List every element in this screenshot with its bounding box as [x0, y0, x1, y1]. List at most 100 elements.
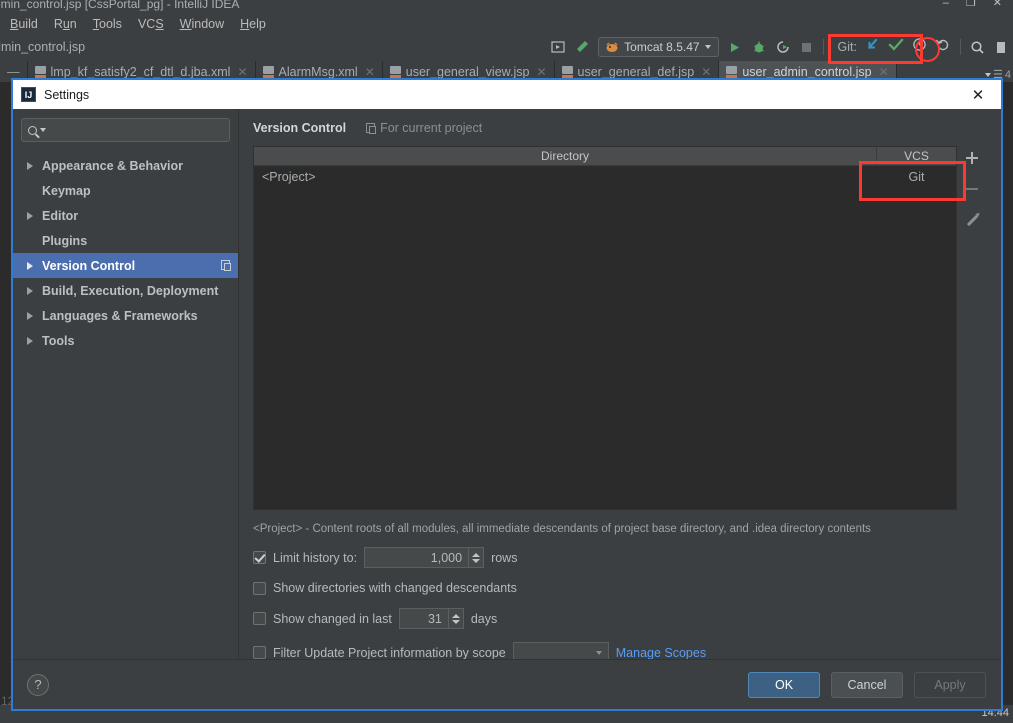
- screen: dmin_control.jsp [CssPortal_pg] - Intell…: [0, 0, 1013, 723]
- sidebar-item-editor[interactable]: Editor: [13, 203, 238, 228]
- stepper-down-icon[interactable]: [451, 619, 460, 624]
- settings-search-wrap: [13, 109, 238, 148]
- cell-directory: <Project>: [262, 169, 316, 184]
- git-toolbar-group: Git:: [828, 36, 956, 58]
- column-header-vcs[interactable]: VCS: [877, 147, 956, 165]
- show-dirs-changed-checkbox[interactable]: [253, 581, 266, 595]
- sidebar-item-tools[interactable]: Tools: [13, 328, 238, 353]
- run-configuration-label: Tomcat 8.5.47: [624, 40, 700, 54]
- ide-toolbar: dmin_control.jsp Tomcat 8.5.47 Git:: [0, 34, 1013, 60]
- version-control-panel: Version Control For current project Dire…: [239, 109, 1001, 663]
- cancel-button[interactable]: Cancel: [831, 671, 903, 698]
- menu-window[interactable]: Window: [172, 15, 232, 33]
- stepper-up-icon[interactable]: [472, 552, 481, 557]
- menu-build[interactable]: Build: [2, 15, 46, 33]
- close-icon[interactable]: ✕: [237, 65, 247, 79]
- sidebar-item-keymap[interactable]: Keymap: [13, 178, 238, 203]
- close-icon[interactable]: ✕: [536, 65, 546, 79]
- manage-scopes-link[interactable]: Manage Scopes: [616, 646, 706, 660]
- git-label: Git:: [837, 40, 857, 54]
- build-hammer-icon[interactable]: [570, 36, 594, 58]
- sidebar-item-languages-frameworks[interactable]: Languages & Frameworks: [13, 303, 238, 328]
- settings-gear-icon[interactable]: [989, 36, 1013, 58]
- limit-history-checkbox[interactable]: [253, 551, 266, 564]
- menu-tools[interactable]: Tools: [85, 15, 130, 33]
- update-project-icon[interactable]: [865, 37, 880, 57]
- close-icon[interactable]: ✕: [701, 65, 711, 79]
- show-changed-last-value[interactable]: 31: [398, 608, 448, 629]
- table-row[interactable]: <Project> Git: [254, 166, 956, 187]
- close-icon[interactable]: ✕: [879, 65, 889, 79]
- menu-build-rest: uild: [18, 17, 38, 31]
- limit-history-value[interactable]: 1,000: [364, 547, 469, 568]
- sidebar-item-build-execution-deployment[interactable]: Build, Execution, Deployment: [13, 278, 238, 303]
- stepper-buttons[interactable]: [468, 547, 485, 568]
- close-icon[interactable]: ✕: [955, 80, 1001, 109]
- menu-help[interactable]: Help: [232, 15, 274, 33]
- footer-buttons: OK Cancel Apply: [748, 671, 986, 698]
- plus-icon: [966, 152, 978, 164]
- chevron-right-icon: [27, 286, 33, 295]
- stepper-down-icon[interactable]: [472, 558, 481, 563]
- show-changed-last-suffix: days: [470, 611, 498, 626]
- jsp-file-icon: [726, 65, 738, 78]
- apply-button[interactable]: Apply: [914, 671, 986, 698]
- sidebar-item-label: Plugins: [42, 233, 88, 248]
- sidebar-item-label: Appearance & Behavior: [42, 158, 184, 173]
- ide-menubar: Build Run Tools VCS Window Help: [0, 14, 1013, 34]
- show-changed-last-label: Show changed in last: [273, 611, 392, 626]
- run-with-coverage-icon[interactable]: [546, 36, 570, 58]
- window-controls[interactable]: ‒ ❐ ✕: [943, 0, 1009, 9]
- sidebar-item-appearance-behavior[interactable]: Appearance & Behavior: [13, 153, 238, 178]
- help-button[interactable]: ?: [27, 673, 49, 696]
- sidebar-item-version-control[interactable]: Version Control: [13, 253, 238, 278]
- close-icon[interactable]: ✕: [365, 65, 375, 79]
- filter-by-scope-checkbox[interactable]: [253, 646, 266, 659]
- table-header-row: Directory VCS: [254, 147, 956, 166]
- vcs-directory-mappings-area: Directory VCS <Project> Git: [253, 146, 987, 510]
- project-scope-icon: [366, 123, 377, 134]
- chevron-right-icon: [27, 161, 33, 170]
- scope-note: For current project: [366, 121, 482, 135]
- run-profiler-icon[interactable]: [771, 36, 795, 58]
- table-body: <Project> Git: [254, 166, 956, 509]
- run-configuration-selector[interactable]: Tomcat 8.5.47: [598, 37, 719, 57]
- show-changed-last-checkbox[interactable]: [253, 612, 266, 625]
- page-title: Version Control: [253, 121, 347, 135]
- menu-run[interactable]: Run: [46, 15, 85, 33]
- settings-dialog: IJ Settings ✕ Appearance & Behavior Keym…: [11, 78, 1003, 711]
- commit-icon[interactable]: [888, 37, 904, 57]
- debug-icon[interactable]: [747, 36, 771, 58]
- show-changed-last-stepper[interactable]: 31: [398, 608, 464, 629]
- editor-tab-label: user_general_view.jsp: [405, 64, 530, 79]
- toolbar-separator-2: [960, 39, 961, 55]
- column-header-directory[interactable]: Directory: [254, 147, 877, 165]
- add-mapping-button[interactable]: [963, 149, 981, 167]
- stepper-up-icon[interactable]: [451, 613, 460, 618]
- ok-button[interactable]: OK: [748, 671, 820, 698]
- settings-dialog-title: Settings: [44, 87, 90, 102]
- search-everywhere-icon[interactable]: [965, 36, 989, 58]
- limit-history-stepper[interactable]: 1,000: [364, 547, 485, 568]
- rollback-icon[interactable]: [935, 37, 950, 57]
- chevron-right-icon: [27, 311, 33, 320]
- remove-mapping-button[interactable]: [963, 180, 981, 198]
- stepper-buttons[interactable]: [447, 608, 464, 629]
- settings-category-tree: Appearance & Behavior Keymap Editor Plug…: [13, 148, 238, 659]
- edit-mapping-button[interactable]: [963, 211, 981, 229]
- pencil-icon: [966, 214, 978, 226]
- menu-vcs[interactable]: VCS: [130, 15, 172, 33]
- xml-file-icon: [262, 65, 274, 78]
- settings-sidebar: Appearance & Behavior Keymap Editor Plug…: [13, 109, 239, 659]
- chevron-right-icon: [27, 336, 33, 345]
- vcs-mappings-table[interactable]: Directory VCS <Project> Git: [253, 146, 957, 510]
- chevron-down-icon: [704, 45, 711, 49]
- settings-search-input[interactable]: [21, 118, 230, 142]
- sidebar-item-plugins[interactable]: Plugins: [13, 228, 238, 253]
- stop-icon: [795, 36, 819, 58]
- sidebar-item-label: Build, Execution, Deployment: [42, 283, 219, 298]
- settings-footer: ? OK Cancel Apply: [13, 659, 1001, 709]
- breadcrumb: dmin_control.jsp: [0, 40, 86, 54]
- run-icon[interactable]: [723, 36, 747, 58]
- show-history-icon[interactable]: [912, 37, 927, 57]
